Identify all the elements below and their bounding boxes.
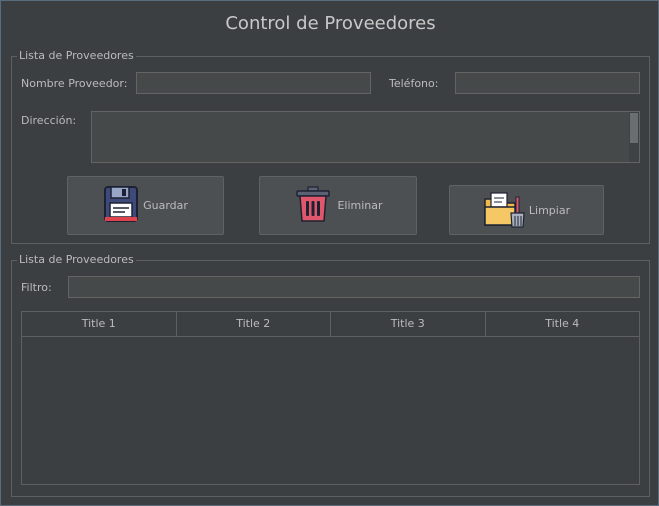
form-group-label: Lista de Proveedores xyxy=(17,49,136,62)
direccion-label: Dirección: xyxy=(21,114,77,127)
guardar-button[interactable]: Guardar xyxy=(67,176,224,235)
floppy-disk-icon xyxy=(103,185,139,226)
direccion-textarea[interactable] xyxy=(91,111,640,163)
main-window: Control de Proveedores Lista de Proveedo… xyxy=(0,0,659,506)
column-header-3[interactable]: Title 3 xyxy=(331,312,486,336)
filtro-field[interactable] xyxy=(68,276,640,298)
limpiar-label: Limpiar xyxy=(528,203,571,217)
table-body[interactable] xyxy=(22,337,639,485)
eliminar-button[interactable]: Eliminar xyxy=(259,176,417,235)
nombre-field[interactable] xyxy=(136,72,371,94)
guardar-label: Guardar xyxy=(143,199,188,212)
column-header-1[interactable]: Title 1 xyxy=(22,312,177,336)
telefono-field[interactable] xyxy=(455,72,640,94)
telefono-label: Teléfono: xyxy=(389,77,439,90)
nombre-input[interactable] xyxy=(137,73,370,93)
telefono-input[interactable] xyxy=(456,73,639,93)
column-header-2[interactable]: Title 2 xyxy=(177,312,331,336)
page-title: Control de Proveedores xyxy=(225,13,436,34)
nombre-label: Nombre Proveedor: xyxy=(21,77,128,90)
filtro-input[interactable] xyxy=(69,277,639,297)
direccion-scroll-thumb[interactable] xyxy=(630,113,638,143)
column-header-4[interactable]: Title 4 xyxy=(486,312,640,336)
limpiar-button[interactable]: Limpiar xyxy=(449,185,604,235)
table-header: Title 1 Title 2 Title 3 Title 4 xyxy=(22,312,639,337)
direccion-scrollbar[interactable] xyxy=(629,112,639,162)
folder-broom-icon xyxy=(483,189,525,232)
eliminar-label: Eliminar xyxy=(337,199,383,212)
trash-can-icon xyxy=(293,185,333,226)
list-group-label: Lista de Proveedores xyxy=(17,253,136,266)
suppliers-table[interactable]: Title 1 Title 2 Title 3 Title 4 xyxy=(21,311,640,485)
filtro-label: Filtro: xyxy=(21,281,52,294)
